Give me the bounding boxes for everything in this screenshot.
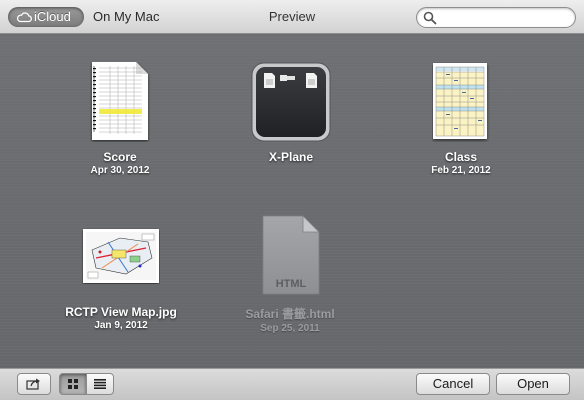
folder-x-plane[interactable]: X-Plane xyxy=(206,150,376,164)
search-field[interactable] xyxy=(416,7,576,28)
html-badge-label: HTML xyxy=(276,278,307,290)
map-thumbnail[interactable] xyxy=(82,228,160,284)
document-date: Feb 21, 2012 xyxy=(431,165,491,176)
document-name: Safari 書籤.html xyxy=(245,307,335,321)
window-title: Preview xyxy=(268,9,316,24)
document-date: Apr 30, 2012 xyxy=(90,165,150,176)
on-my-mac-segment[interactable]: On My Mac xyxy=(93,7,173,27)
score-sheet-thumbnail[interactable] xyxy=(90,62,150,142)
bottom-bar: Cancel Open xyxy=(0,368,584,400)
icloud-segment[interactable]: iCloud xyxy=(8,7,84,27)
toolbar: iCloud On My Mac Preview xyxy=(0,0,584,34)
document-score[interactable]: Score Apr 30, 2012 xyxy=(35,150,205,176)
document-name: Score xyxy=(103,150,137,164)
share-icon xyxy=(26,378,40,390)
document-safari-bookmarks[interactable]: Safari 書籤.html Sep 25, 2011 xyxy=(205,305,375,334)
grid-icon xyxy=(68,379,78,389)
class-timetable-thumbnail[interactable] xyxy=(432,62,490,142)
cloud-icon xyxy=(16,12,32,23)
html-document-icon[interactable]: HTML xyxy=(261,215,321,295)
folder-name: X-Plane xyxy=(268,150,313,164)
open-button[interactable]: Open xyxy=(496,373,570,395)
document-name: RCTP View Map.jpg xyxy=(65,305,177,319)
document-name: Class xyxy=(444,150,478,164)
list-view-button[interactable] xyxy=(86,373,114,395)
search-input[interactable] xyxy=(441,10,569,25)
list-icon xyxy=(94,379,106,389)
document-date: Sep 25, 2011 xyxy=(260,323,320,334)
icon-view-button[interactable] xyxy=(59,373,87,395)
document-rctp-view-map[interactable]: RCTP View Map.jpg Jan 9, 2012 xyxy=(36,305,206,331)
folder-thumbnail[interactable] xyxy=(251,62,331,142)
document-browser: Score Apr 30, 2012 X-Plane Class Feb 21,… xyxy=(0,35,584,368)
search-icon xyxy=(423,11,437,25)
document-class[interactable]: Class Feb 21, 2012 xyxy=(376,150,546,176)
cancel-button[interactable]: Cancel xyxy=(416,373,490,395)
icloud-label: iCloud xyxy=(34,9,71,24)
share-button[interactable] xyxy=(17,373,51,395)
document-date: Jan 9, 2012 xyxy=(94,320,148,331)
